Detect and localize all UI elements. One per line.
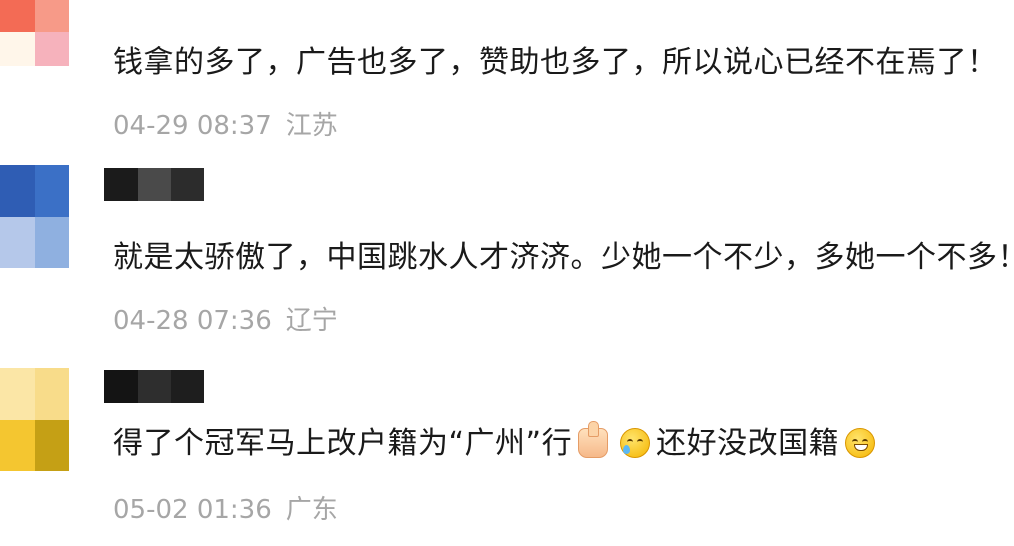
name-mask-block: [171, 370, 204, 403]
crying-face-icon: [620, 428, 651, 458]
comment-text: 得了个冠军马上改户籍为“广州”行 还好没改国籍: [113, 421, 881, 464]
username[interactable]: [104, 370, 204, 403]
grinning-face-icon: [845, 428, 876, 458]
comment-text-part: 得了个冠军马上改户籍为“广州”行: [113, 426, 573, 461]
avatar-block: [34, 368, 69, 420]
avatar[interactable]: [0, 368, 69, 471]
name-mask-block: [138, 370, 171, 403]
name-mask-block: [104, 370, 138, 403]
thumbs-up-icon: [578, 421, 609, 458]
comment-text-part: 还好没改国籍: [656, 426, 840, 461]
comment-item: 得了个冠军马上改户籍为“广州”行 还好没改国籍 05-02 01:36 广东: [0, 0, 1014, 546]
avatar-block: [34, 419, 69, 471]
avatar-block: [0, 419, 35, 471]
comment-meta: 05-02 01:36 广东: [113, 494, 338, 526]
comment-time: 05-02 01:36: [113, 495, 272, 525]
comment-location: 广东: [285, 495, 338, 525]
avatar-block: [0, 368, 35, 420]
